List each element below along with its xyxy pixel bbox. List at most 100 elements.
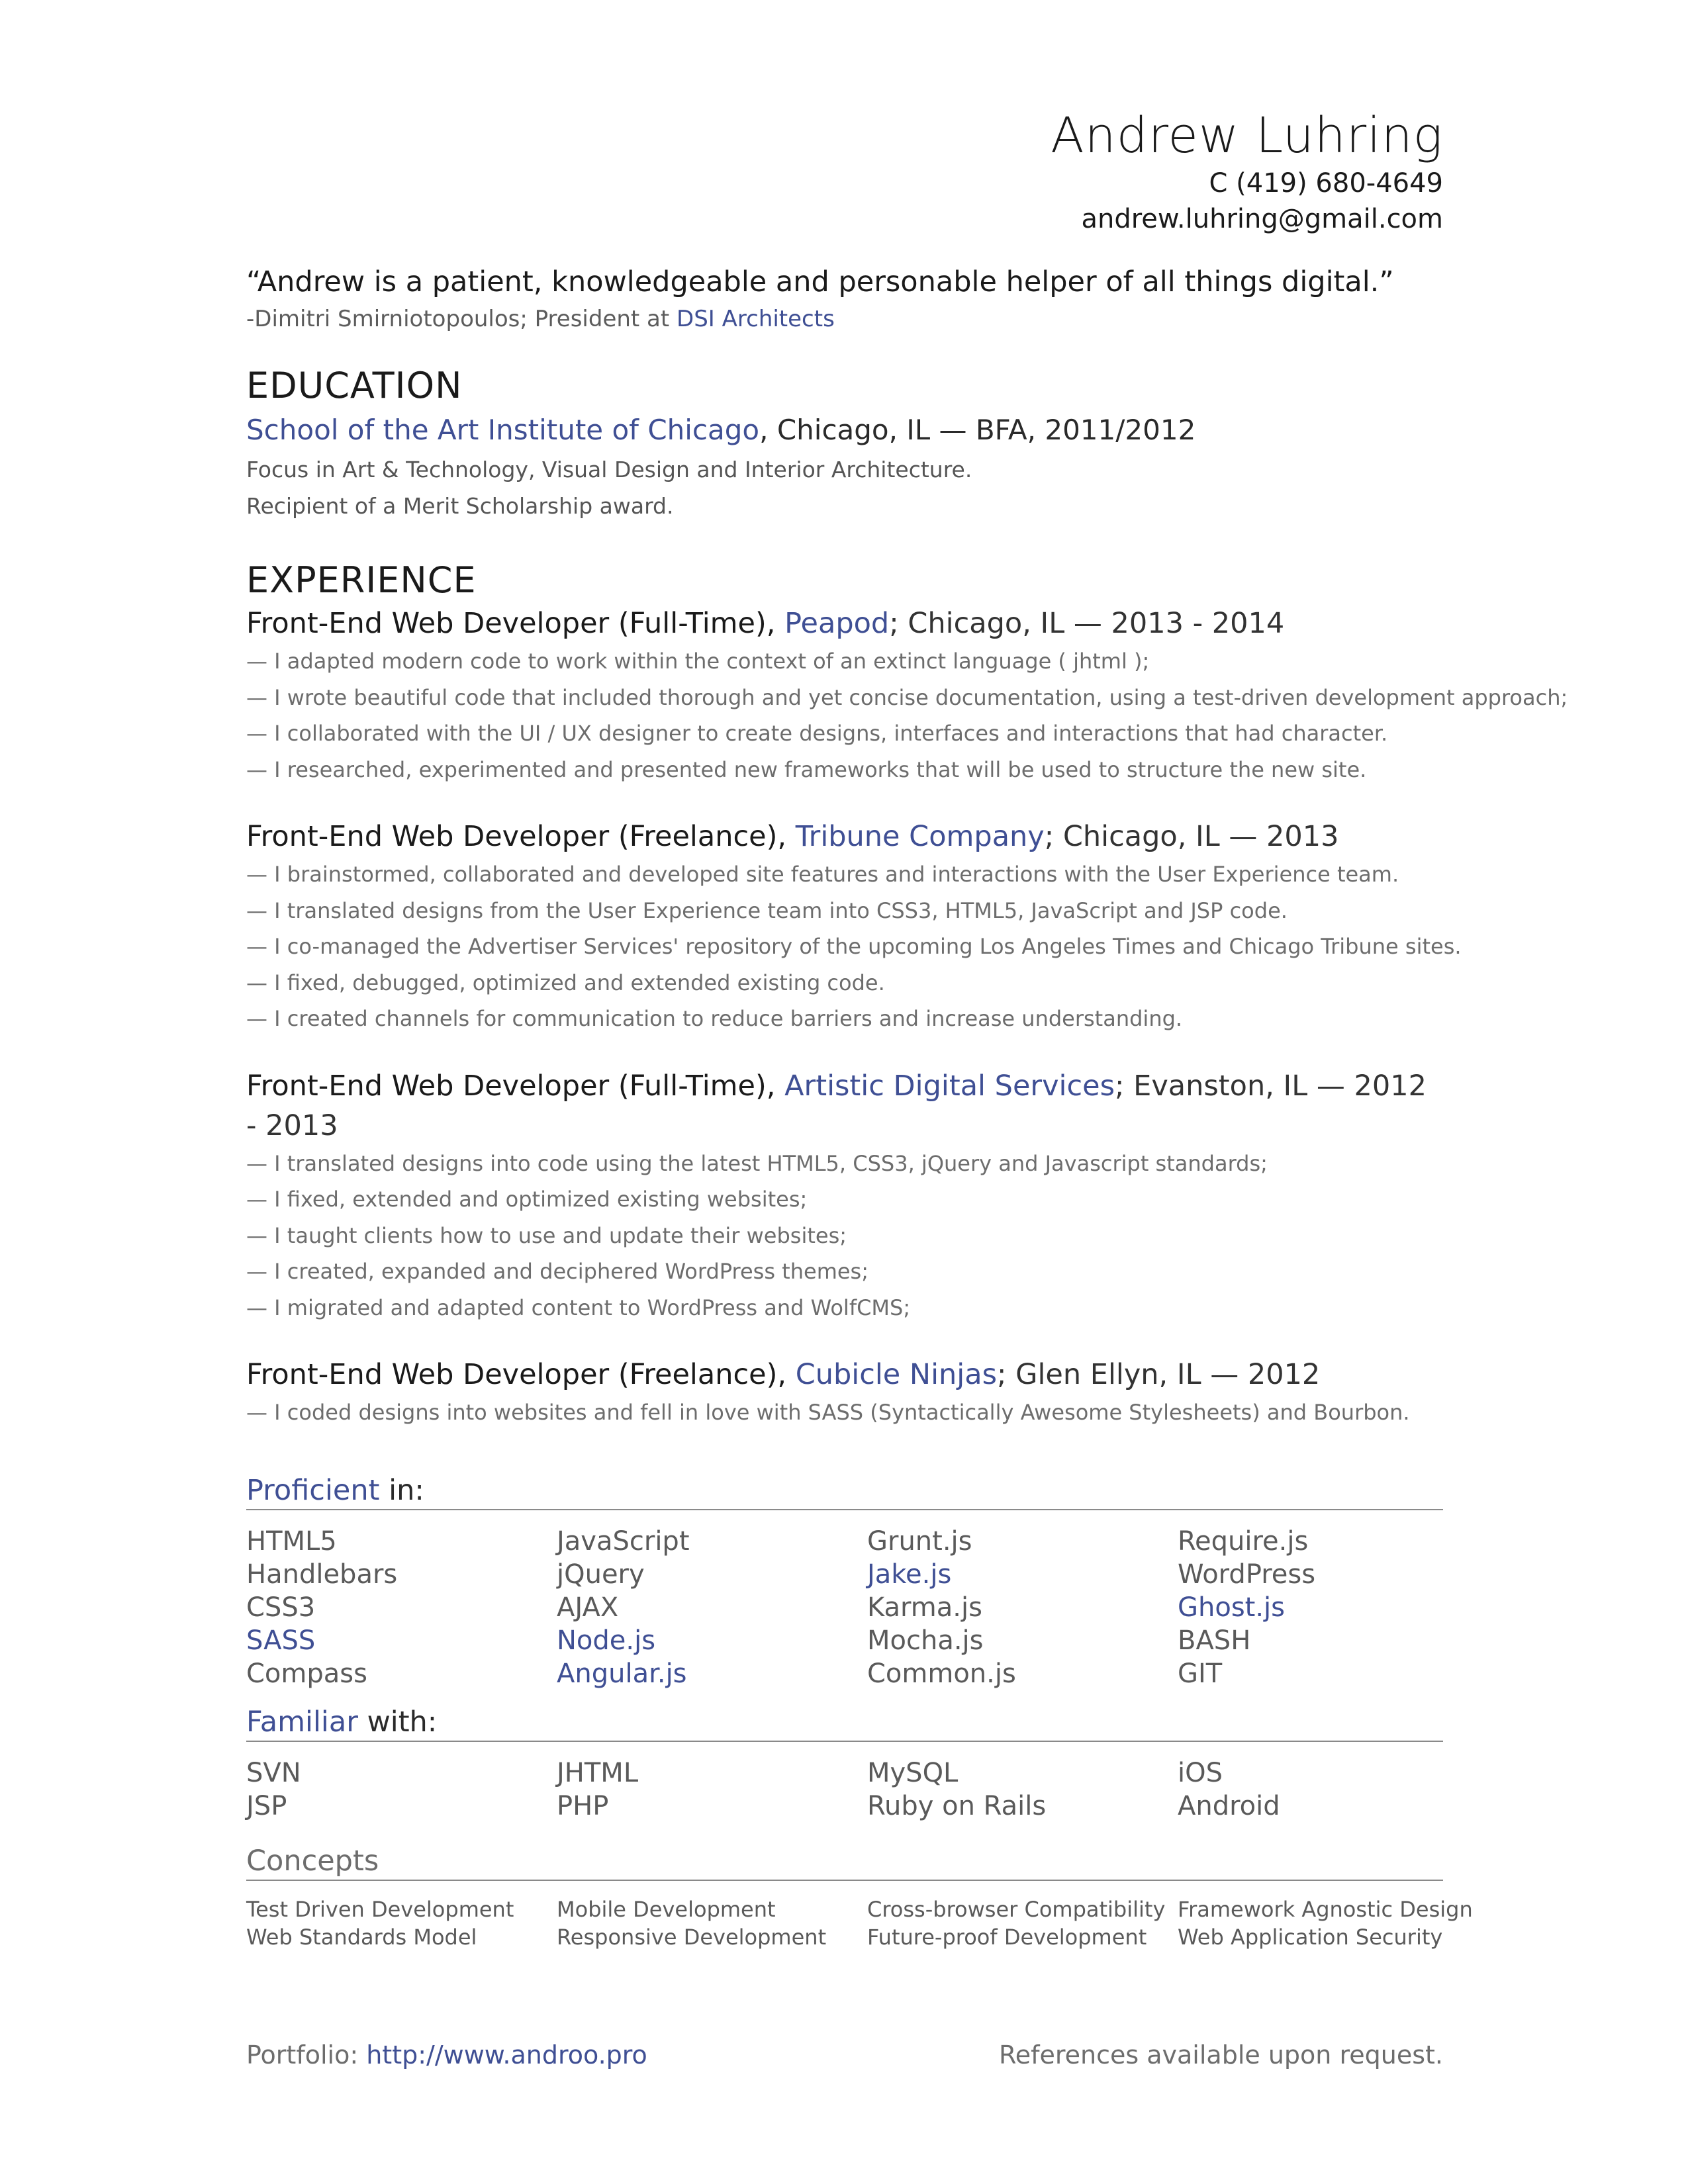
company-link-peapod[interactable]: Peapod: [784, 607, 889, 640]
skill-item: Common.js: [867, 1658, 1016, 1689]
candidate-name: Andrew Luhring: [1051, 107, 1443, 164]
job-bullet: — I coded designs into websites and fell…: [246, 1400, 1410, 1425]
concept-item: Web Application Security: [1178, 1924, 1443, 1950]
concept-item: Mobile Development: [557, 1896, 776, 1922]
education-award: Recipient of a Merit Scholarship award.: [246, 493, 674, 519]
skill-item: GIT: [1178, 1658, 1223, 1689]
proficient-heading: Proficient in:: [246, 1472, 1443, 1510]
job-bullet: — I created, expanded and deciphered Wor…: [246, 1259, 868, 1284]
skill-item: iOS: [1178, 1757, 1223, 1788]
proficient-link[interactable]: Proficient: [246, 1474, 379, 1507]
skill-item: Karma.js: [867, 1592, 982, 1623]
skill-item-link[interactable]: Angular.js: [557, 1657, 867, 1690]
attribution-text: -Dimitri Smirniotopoulos; President at: [246, 306, 677, 332]
concepts-heading: Concepts: [246, 1843, 1443, 1881]
proficient-heading-rest: in:: [379, 1473, 424, 1507]
job-bullet: — I co-managed the Advertiser Services' …: [246, 934, 1462, 959]
education-school-line: School of the Art Institute of Chicago, …: [246, 409, 1443, 451]
job-place: ; Chicago, IL — 2013 - 2014: [889, 607, 1285, 640]
education-heading: EDUCATION: [246, 365, 463, 406]
skill-item: JavaScript: [557, 1525, 690, 1557]
skill-column: HTML5 Handlebars CSS3 SASS Compass: [246, 1525, 557, 1690]
portfolio-label: Portfolio:: [246, 2040, 367, 2070]
skill-column: Require.js WordPress Ghost.js BASH GIT: [1178, 1525, 1443, 1690]
skill-column: MySQL Ruby on Rails: [867, 1756, 1178, 1823]
skill-item: Android: [1178, 1790, 1280, 1821]
skill-item: jQuery: [557, 1559, 645, 1590]
company-link-tribune[interactable]: Tribune Company: [796, 820, 1045, 853]
familiar-heading: Familiar with:: [246, 1704, 1443, 1742]
concept-column: Cross-browser Compatibility Future-proof…: [867, 1895, 1178, 1951]
job-role: Front-End Web Developer (Freelance),: [246, 1358, 796, 1391]
skill-item: Ruby on Rails: [867, 1790, 1047, 1821]
skill-item: Mocha.js: [867, 1625, 984, 1656]
concept-column: Framework Agnostic Design Web Applicatio…: [1178, 1895, 1473, 1951]
familiar-link[interactable]: Familiar: [246, 1706, 358, 1739]
concept-item: Web Standards Model: [246, 1924, 477, 1950]
job-entry-peapod: Front-End Web Developer (Full-Time), Pea…: [246, 604, 1568, 788]
skill-item: SVN: [246, 1757, 301, 1788]
job-place: ; Chicago, IL — 2013: [1044, 820, 1339, 853]
job-bullet: — I researched, experimented and present…: [246, 756, 1367, 782]
job-bullet: — I taught clients how to use and update…: [246, 1222, 847, 1248]
references-note: References available upon request.: [999, 2040, 1443, 2070]
job-bullet: — I fixed, extended and optimized existi…: [246, 1187, 808, 1212]
testimonial-quote: “Andrew is a patient, knowledgeable and …: [246, 265, 1394, 298]
skill-column: JHTML PHP: [557, 1756, 867, 1823]
education-focus: Focus in Art & Technology, Visual Design…: [246, 457, 972, 482]
job-bullet: — I adapted modern code to work within t…: [246, 649, 1150, 674]
phone-number: C (419) 680-4649: [1209, 168, 1444, 199]
concept-item: Future-proof Development: [867, 1924, 1147, 1950]
job-bullet: — I created channels for communication t…: [246, 1006, 1183, 1031]
school-link[interactable]: School of the Art Institute of Chicago: [246, 414, 759, 446]
concept-item: Responsive Development: [557, 1924, 827, 1950]
email-address[interactable]: andrew.luhring@gmail.com: [246, 201, 1443, 237]
testimonial-attribution: -Dimitri Smirniotopoulos; President at D…: [246, 302, 1443, 336]
skill-item: HTML5: [246, 1525, 337, 1557]
company-link-artistic-digital[interactable]: Artistic Digital Services: [784, 1069, 1115, 1103]
job-title: Front-End Web Developer (Full-Time), Art…: [246, 1066, 1443, 1146]
dsi-architects-link[interactable]: DSI Architects: [677, 306, 835, 332]
skill-item-link[interactable]: SASS: [246, 1624, 557, 1657]
job-role: Front-End Web Developer (Full-Time),: [246, 1069, 785, 1103]
company-link-cubicle-ninjas[interactable]: Cubicle Ninjas: [796, 1358, 997, 1391]
skill-column: iOS Android: [1178, 1756, 1443, 1823]
job-title: Front-End Web Developer (Freelance), Cub…: [246, 1355, 1443, 1394]
job-bullet: — I translated designs from the User Exp…: [246, 897, 1288, 923]
skill-item-link[interactable]: Jake.js: [867, 1558, 1178, 1591]
job-title: Front-End Web Developer (Freelance), Tri…: [246, 817, 1443, 856]
job-role: Front-End Web Developer (Freelance),: [246, 820, 796, 853]
job-entry-tribune: Front-End Web Developer (Freelance), Tri…: [246, 817, 1462, 1037]
skill-column: Grunt.js Jake.js Karma.js Mocha.js Commo…: [867, 1525, 1178, 1690]
job-role: Front-End Web Developer (Full-Time),: [246, 607, 785, 640]
job-bullet: — I migrated and adapted content to Word…: [246, 1295, 911, 1320]
resume-footer: Portfolio: http://www.androo.pro Referen…: [246, 2038, 1443, 2071]
skill-item-link[interactable]: Node.js: [557, 1624, 867, 1657]
skill-item: PHP: [557, 1790, 609, 1821]
job-bullet: — I wrote beautiful code that included t…: [246, 684, 1568, 710]
skill-item-link[interactable]: Ghost.js: [1178, 1591, 1443, 1624]
school-details: , Chicago, IL — BFA, 2011/2012: [759, 414, 1196, 446]
skill-item: CSS3: [246, 1592, 316, 1623]
concept-column: Test Driven Development Web Standards Mo…: [246, 1895, 557, 1951]
concept-item: Cross-browser Compatibility: [867, 1896, 1166, 1922]
portfolio-link[interactable]: http://www.androo.pro: [366, 2040, 647, 2070]
skill-item: BASH: [1178, 1625, 1251, 1656]
familiar-heading-rest: with:: [357, 1705, 438, 1739]
skill-item: JHTML: [557, 1757, 639, 1788]
proficient-skills-grid: HTML5 Handlebars CSS3 SASS Compass JavaS…: [246, 1525, 1443, 1690]
skill-item: JSP: [246, 1790, 287, 1821]
skill-item: Grunt.js: [867, 1525, 972, 1557]
resume-page: Andrew Luhring C (419) 680-4649 andrew.l…: [246, 106, 1568, 1951]
job-bullet: — I brainstormed, collaborated and devel…: [246, 862, 1399, 887]
familiar-skills-grid: SVN JSP JHTML PHP MySQL Ruby on Rails iO…: [246, 1756, 1443, 1823]
job-entry-artistic-digital: Front-End Web Developer (Full-Time), Art…: [246, 1066, 1443, 1326]
portfolio-line: Portfolio: http://www.androo.pro: [246, 2038, 647, 2071]
skill-column: JavaScript jQuery AJAX Node.js Angular.j…: [557, 1525, 867, 1690]
job-bullet: — I fixed, debugged, optimized and exten…: [246, 970, 885, 995]
job-place: ; Glen Ellyn, IL — 2012: [996, 1358, 1321, 1391]
job-bullet: — I translated designs into code using t…: [246, 1150, 1268, 1176]
experience-heading: EXPERIENCE: [246, 559, 477, 601]
contact-header: Andrew Luhring C (419) 680-4649 andrew.l…: [246, 106, 1443, 237]
concept-item: Framework Agnostic Design: [1178, 1896, 1473, 1922]
